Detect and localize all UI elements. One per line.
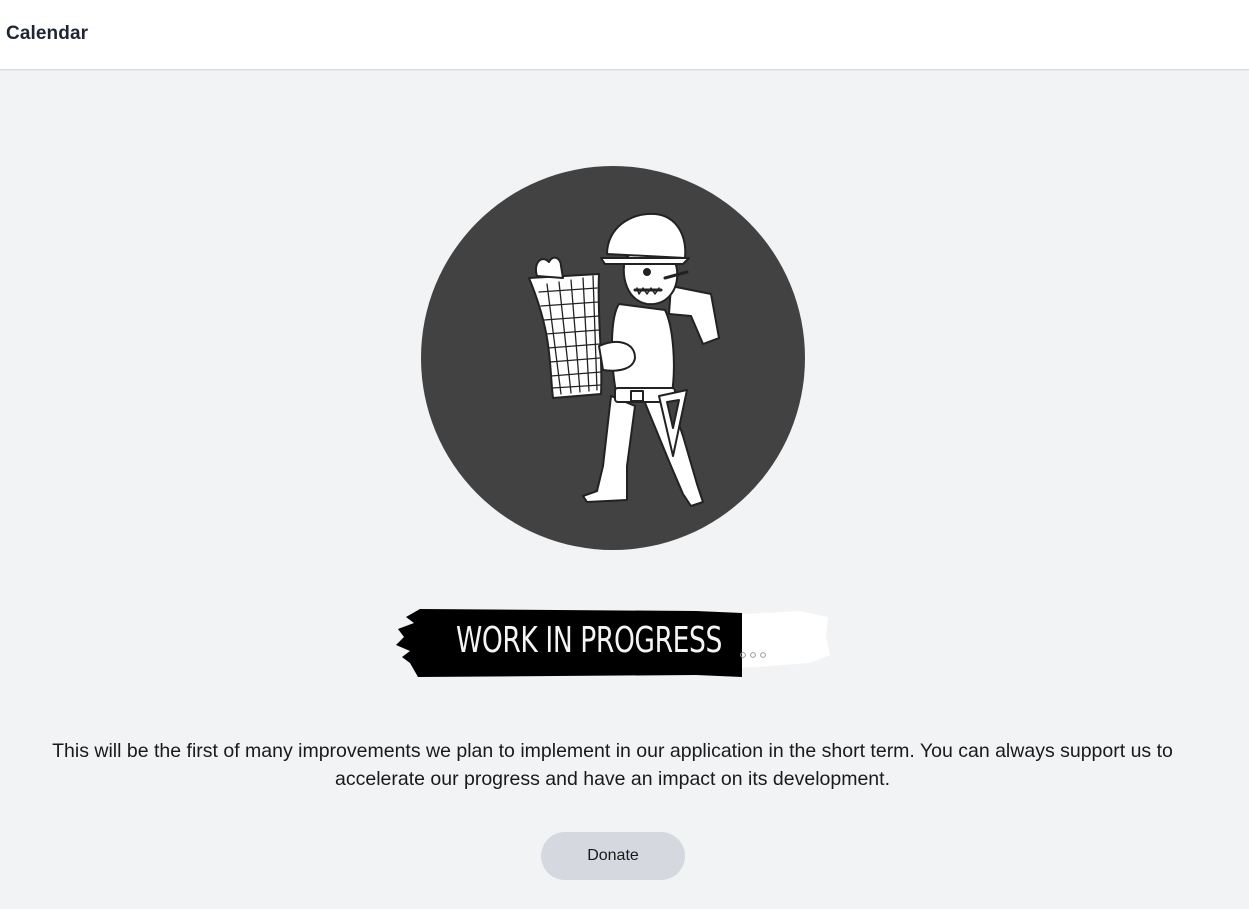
construction-worker-illustration	[421, 166, 805, 550]
page-title: Calendar	[6, 23, 89, 44]
top-bar: Calendar	[0, 0, 1249, 70]
info-message: This will be the first of many improveme…	[52, 740, 1173, 790]
banner-text: WORK IN PROGRESS	[456, 620, 722, 661]
donate-button[interactable]: Donate	[541, 832, 685, 880]
ellipsis-dots-icon	[740, 652, 766, 658]
main-content: WORK IN PROGRESS This will be the first …	[0, 71, 1249, 909]
